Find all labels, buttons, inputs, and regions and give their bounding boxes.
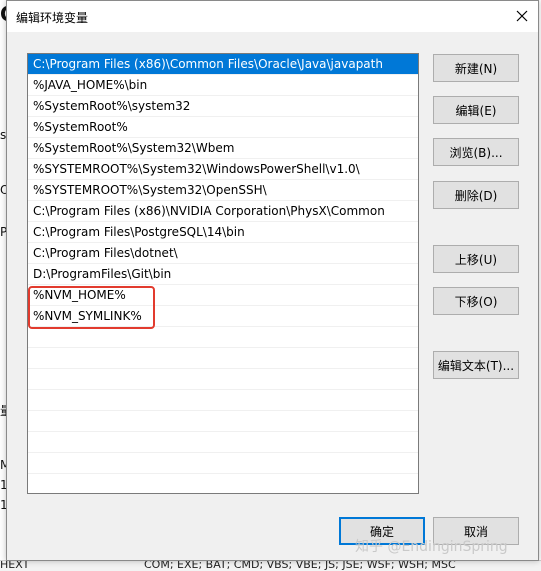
list-item[interactable]: D:\ProgramFiles\Git\bin bbox=[28, 264, 418, 285]
edit-env-var-dialog: 编辑环境变量 C:\Program Files (x86)\Common Fil… bbox=[6, 0, 539, 561]
empty-list-item[interactable] bbox=[28, 327, 418, 348]
empty-list-item[interactable] bbox=[28, 369, 418, 390]
new-button[interactable]: 新建(N) bbox=[433, 54, 519, 82]
delete-button[interactable]: 删除(D) bbox=[433, 181, 519, 209]
background-text: HEXT bbox=[0, 560, 30, 571]
move-up-button[interactable]: 上移(U) bbox=[433, 245, 519, 273]
path-list[interactable]: C:\Program Files (x86)\Common Files\Orac… bbox=[27, 53, 419, 494]
empty-list-item[interactable] bbox=[28, 411, 418, 432]
empty-list-item[interactable] bbox=[28, 474, 418, 493]
cancel-button[interactable]: 取消 bbox=[433, 517, 519, 545]
title-bar: 编辑环境变量 bbox=[7, 1, 538, 32]
empty-list-item[interactable] bbox=[28, 453, 418, 474]
list-item[interactable]: C:\Program Files\dotnet\ bbox=[28, 243, 418, 264]
close-icon bbox=[516, 10, 528, 22]
list-item[interactable]: %SYSTEMROOT%\System32\WindowsPowerShell\… bbox=[28, 159, 418, 180]
list-item[interactable]: %NVM_HOME% bbox=[28, 285, 418, 306]
list-item[interactable]: %SystemRoot%\System32\Wbem bbox=[28, 138, 418, 159]
empty-list-item[interactable] bbox=[28, 348, 418, 369]
list-item[interactable]: %SystemRoot%\system32 bbox=[28, 96, 418, 117]
browse-button[interactable]: 浏览(B)... bbox=[433, 138, 519, 166]
empty-list-item[interactable] bbox=[28, 390, 418, 411]
ok-button[interactable]: 确定 bbox=[339, 517, 425, 545]
list-item[interactable]: C:\Program Files (x86)\NVIDIA Corporatio… bbox=[28, 201, 418, 222]
list-item[interactable]: C:\Program Files\PostgreSQL\14\bin bbox=[28, 222, 418, 243]
edit-text-button[interactable]: 编辑文本(T)... bbox=[433, 351, 519, 379]
dialog-title: 编辑环境变量 bbox=[16, 11, 89, 25]
background-text: COM; EXE; BAT; CMD; VBS; VBE; JS; JSE; W… bbox=[144, 560, 456, 571]
list-item[interactable]: %SystemRoot% bbox=[28, 117, 418, 138]
close-button[interactable] bbox=[510, 5, 534, 27]
edit-button[interactable]: 编辑(E) bbox=[433, 96, 519, 124]
background-status-bar: HEXT COM; EXE; BAT; CMD; VBS; VBE; JS; J… bbox=[0, 560, 541, 571]
move-down-button[interactable]: 下移(O) bbox=[433, 287, 519, 315]
list-item[interactable]: %JAVA_HOME%\bin bbox=[28, 75, 418, 96]
list-item[interactable]: %SYSTEMROOT%\System32\OpenSSH\ bbox=[28, 180, 418, 201]
empty-list-item[interactable] bbox=[28, 432, 418, 453]
list-item[interactable]: C:\Program Files (x86)\Common Files\Orac… bbox=[28, 54, 418, 75]
list-item[interactable]: %NVM_SYMLINK% bbox=[28, 306, 418, 327]
